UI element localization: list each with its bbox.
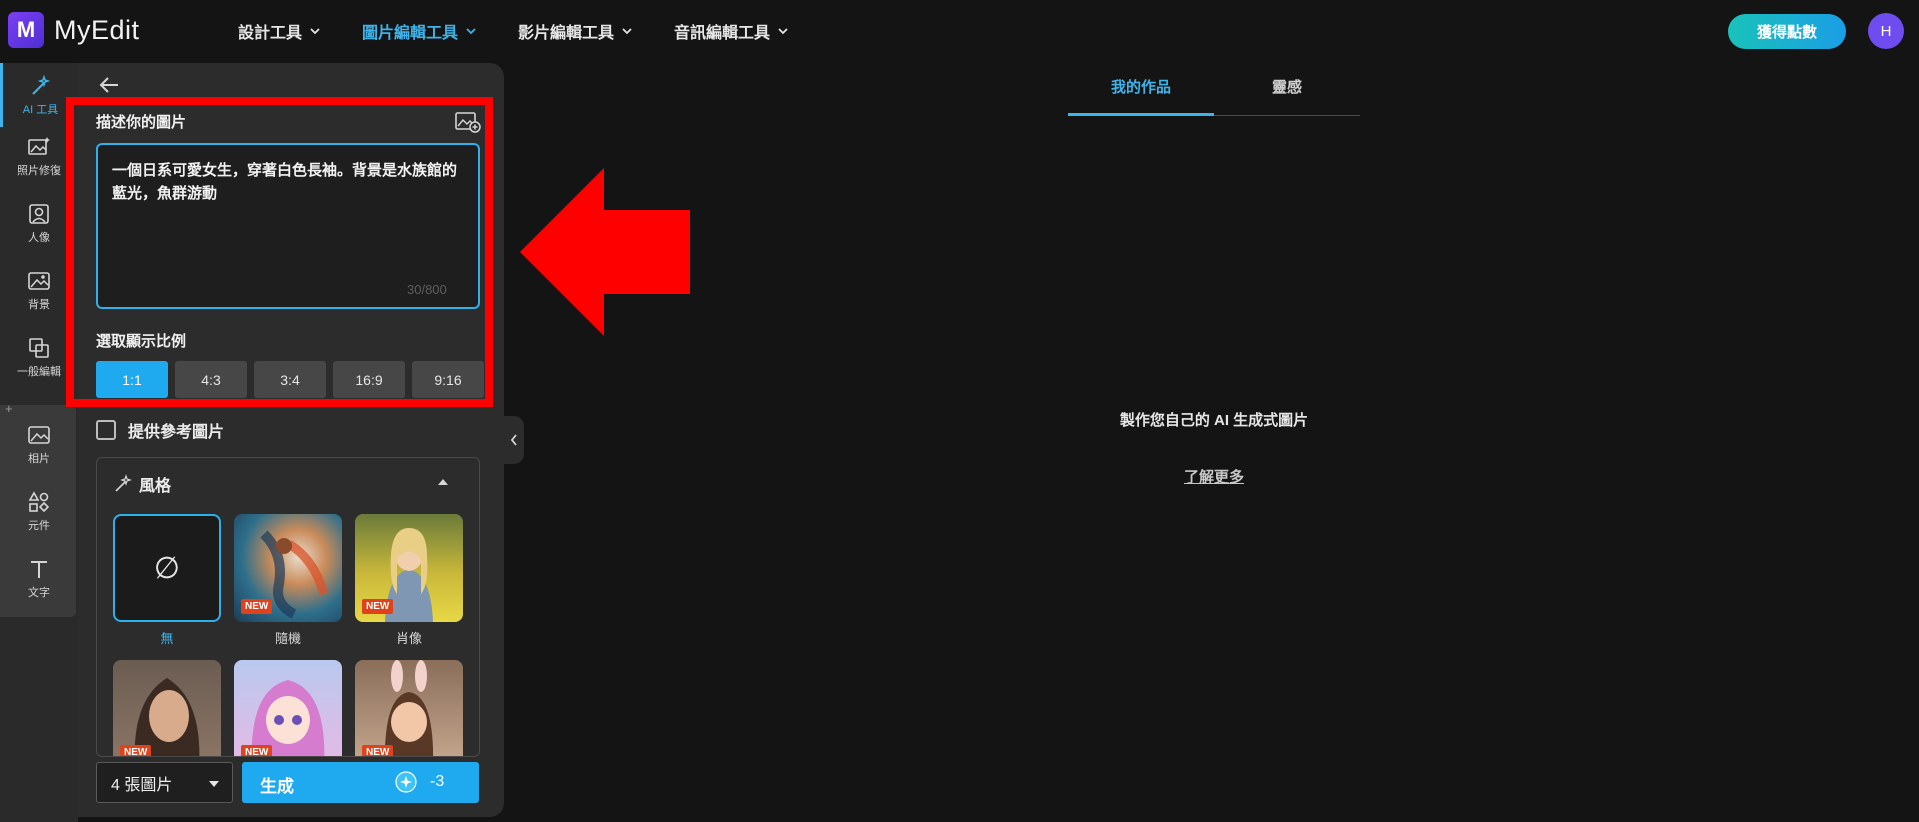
photo-repair-icon <box>28 136 50 155</box>
rail-item-background[interactable]: 背景 <box>0 258 78 322</box>
rail-label: AI 工具 <box>22 103 59 116</box>
tab-my-works[interactable]: 我的作品 <box>1068 76 1214 116</box>
rail-label: 相片 <box>28 452 50 465</box>
rail-item-photos[interactable]: 相片 <box>0 412 78 476</box>
get-points-button[interactable]: 獲得點數 <box>1728 14 1846 49</box>
rail-label: 照片修復 <box>17 164 61 177</box>
app-name: MyEdit <box>54 14 140 45</box>
character-count: 30/800 <box>407 282 447 297</box>
back-arrow-icon[interactable] <box>98 74 120 96</box>
magic-wand-icon <box>115 474 132 492</box>
rail-label: 元件 <box>28 519 50 532</box>
main-nav: 設計工具 圖片編輯工具 影片編輯工具 音訊編輯工具 <box>238 19 830 43</box>
caret-down-icon <box>209 781 219 787</box>
realistic-style-image <box>134 678 200 756</box>
reference-image-label: 提供參考圖片 <box>128 424 225 441</box>
rail-item-portrait[interactable]: 人像 <box>0 191 78 255</box>
gallery-tabs: 我的作品 靈感 <box>1068 76 1360 116</box>
aspect-ratio-label: 選取顯示比例 <box>96 333 187 350</box>
style-portrait-thumb[interactable]: NEW <box>355 514 463 622</box>
general-edit-icon <box>29 337 49 358</box>
rail-item-elements[interactable]: 元件 <box>0 479 78 543</box>
chevron-down-icon <box>778 28 788 35</box>
rail-label: 背景 <box>28 298 50 311</box>
credit-cost: -3 <box>430 773 445 790</box>
nav-design-tools[interactable]: 設計工具 <box>238 19 320 43</box>
rail-item-text[interactable]: 文字 <box>0 546 78 610</box>
top-header: M MyEdit 設計工具 圖片編輯工具 影片編輯工具 音訊編輯工具 獲得點數 … <box>0 0 1919 60</box>
style-anime-thumb[interactable]: NEW <box>234 660 342 756</box>
describe-image-label: 描述你的圖片 <box>96 114 187 131</box>
no-style-icon: ∅ <box>153 551 181 585</box>
rail-label: 人像 <box>28 231 50 244</box>
anime-style-image <box>251 680 325 756</box>
chevron-down-icon <box>622 28 632 35</box>
style-title: 風格 <box>139 478 172 495</box>
avatar[interactable]: H <box>1868 13 1904 49</box>
3d-style-image <box>384 660 434 756</box>
style-caption: 無 <box>160 631 174 646</box>
tool-rail: + AI 工具 照片修復 人像 背景 一般編輯 相片 元件 文字 <box>0 63 78 822</box>
text-icon <box>31 560 47 578</box>
nav-label: 影片編輯工具 <box>518 25 615 42</box>
nav-audio-tools[interactable]: 音訊編輯工具 <box>674 19 788 43</box>
collapse-panel-button[interactable] <box>504 416 524 464</box>
new-badge: NEW <box>362 745 394 756</box>
style-caption: 肖像 <box>395 631 422 646</box>
new-badge: NEW <box>241 745 273 756</box>
magic-wand-icon <box>31 74 50 95</box>
image-count-value: 4 張圖片 <box>111 776 173 794</box>
app-logo[interactable]: M MyEdit <box>8 12 140 48</box>
empty-state-title: 製作您自己的 AI 生成式圖片 <box>1119 412 1309 429</box>
style-none-thumb[interactable]: ∅ <box>113 514 221 622</box>
generate-button[interactable]: 生成 -3 <box>242 762 479 803</box>
style-random-thumb[interactable]: NEW <box>234 514 342 622</box>
rail-label: 文字 <box>28 586 50 599</box>
ratio-4-3-button[interactable]: 4:3 <box>175 361 247 398</box>
new-badge: NEW <box>362 599 394 614</box>
reference-image-option[interactable]: 提供參考圖片 <box>96 418 224 442</box>
background-icon <box>28 271 50 290</box>
nav-label: 音訊編輯工具 <box>674 25 771 42</box>
ratio-16-9-button[interactable]: 16:9 <box>333 361 405 398</box>
portrait-icon <box>29 203 49 224</box>
rail-item-general-edit[interactable]: 一般編輯 <box>0 325 78 389</box>
tab-inspiration[interactable]: 靈感 <box>1214 76 1360 116</box>
chevron-down-icon <box>310 28 320 35</box>
learn-more-link[interactable]: 了解更多 <box>1100 466 1328 487</box>
style-header: 風格 <box>113 472 171 496</box>
caret-up-icon[interactable] <box>437 478 449 486</box>
new-badge: NEW <box>241 599 273 614</box>
rail-label: 一般編輯 <box>17 365 61 378</box>
style-caption: 隨機 <box>274 631 301 646</box>
reference-image-checkbox[interactable] <box>96 420 116 440</box>
photo-icon <box>28 425 50 444</box>
nav-video-tools[interactable]: 影片編輯工具 <box>518 19 632 43</box>
ratio-1-1-button[interactable]: 1:1 <box>96 361 168 398</box>
new-badge: NEW <box>120 745 152 756</box>
generate-label: 生成 <box>260 777 294 796</box>
rail-item-ai-tools[interactable]: AI 工具 <box>0 63 78 127</box>
nav-image-tools[interactable]: 圖片編輯工具 <box>362 19 476 43</box>
elements-icon <box>28 490 50 512</box>
style-realistic-thumb[interactable]: NEW <box>113 660 221 756</box>
credit-icon <box>395 771 417 793</box>
style-3d-thumb[interactable]: NEW <box>355 660 463 756</box>
chevron-left-icon <box>510 434 517 446</box>
logo-mark-icon: M <box>8 12 44 48</box>
ratio-3-4-button[interactable]: 3:4 <box>254 361 326 398</box>
nav-label: 圖片編輯工具 <box>362 25 459 42</box>
aspect-ratio-group: 1:1 4:3 3:4 16:9 9:16 <box>96 361 491 398</box>
chevron-down-icon <box>466 28 476 35</box>
style-section: 風格 ∅ 無 NEW 隨機 NEW 肖像 NEW NEW NEW <box>96 457 480 757</box>
rail-item-photo-repair[interactable]: 照片修復 <box>0 124 78 188</box>
image-count-select[interactable]: 4 張圖片 <box>96 762 233 803</box>
ratio-9-16-button[interactable]: 9:16 <box>412 361 484 398</box>
nav-label: 設計工具 <box>238 25 303 42</box>
image-upload-icon[interactable] <box>455 110 481 134</box>
highlight-arrow-icon <box>520 168 690 336</box>
